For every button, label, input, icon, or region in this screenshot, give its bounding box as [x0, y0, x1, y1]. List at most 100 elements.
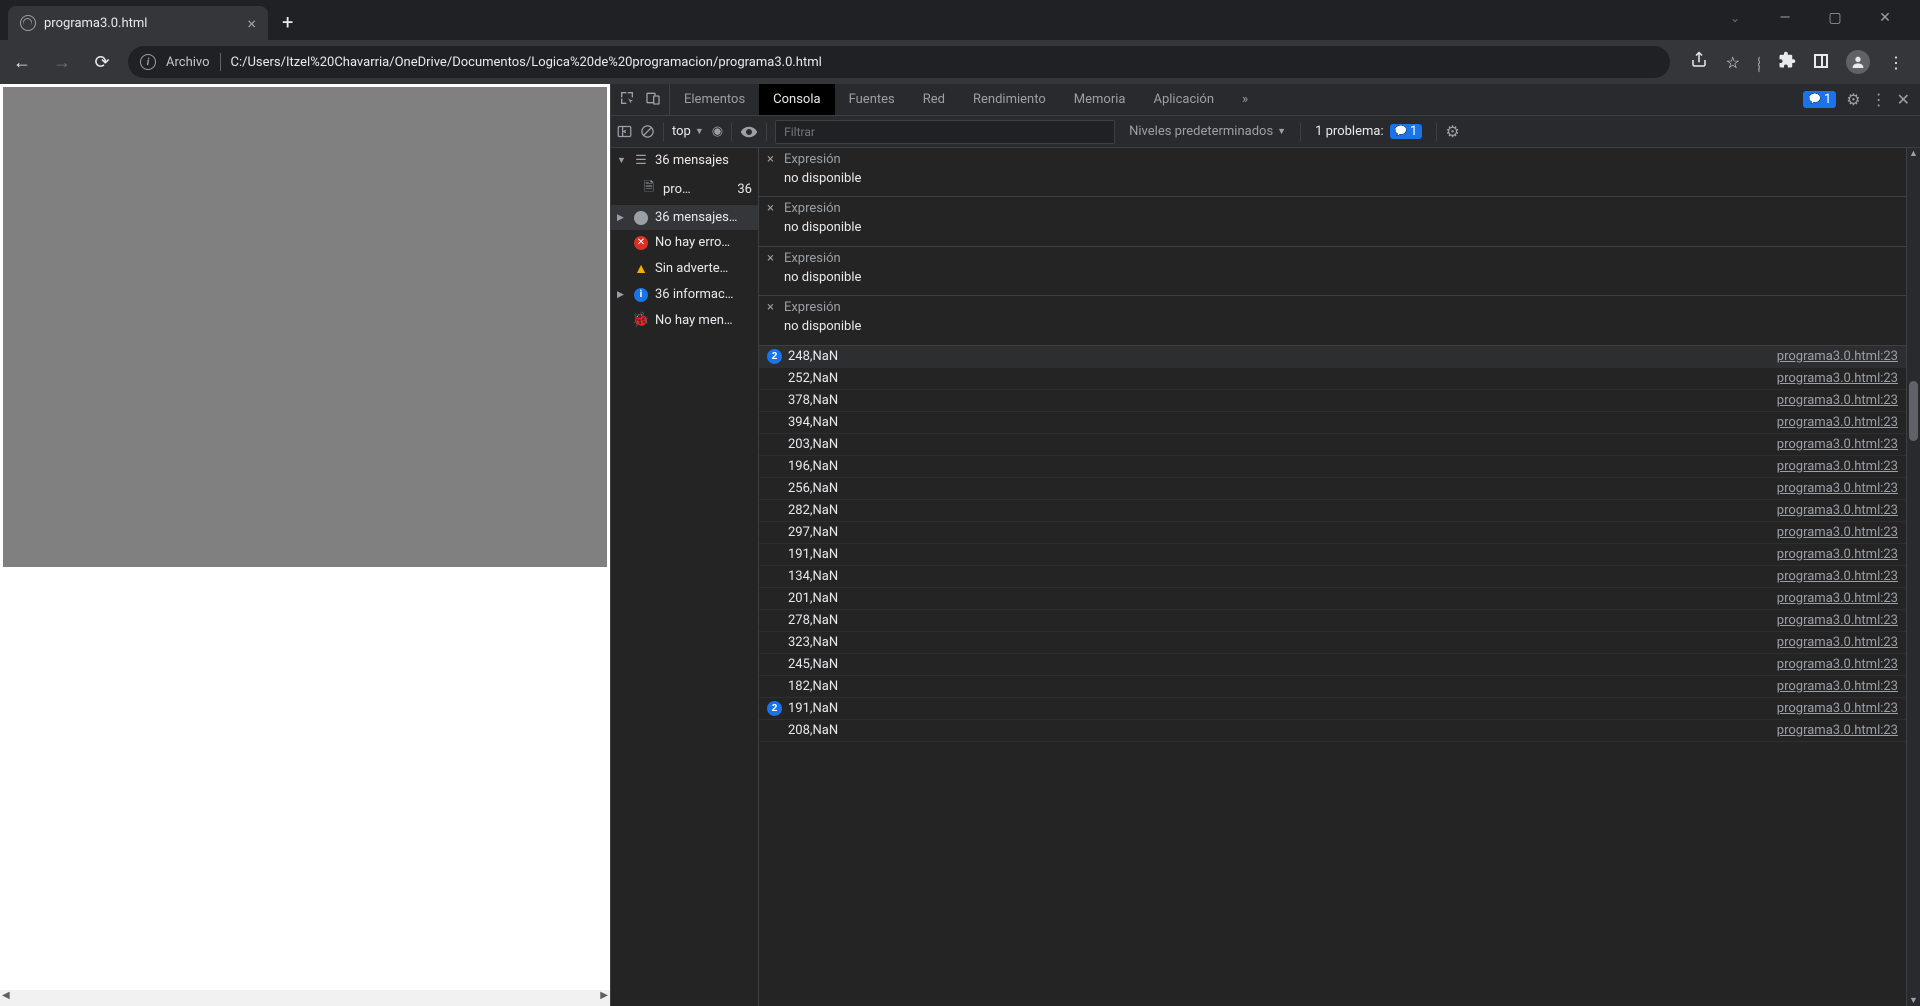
sidebar-item[interactable]: 🗎pro…36: [611, 173, 758, 205]
log-source-link[interactable]: programa3.0.html:23: [1777, 569, 1898, 584]
url-bar[interactable]: i Archivo C:/Users/Itzel%20Chavarria/One…: [128, 46, 1670, 78]
live-expression-icon[interactable]: [740, 123, 758, 141]
maximize-button[interactable]: ▢: [1820, 10, 1850, 26]
console-log-row[interactable]: 2191,NaNprograma3.0.html:23: [759, 698, 1906, 720]
devtools-tab-consola[interactable]: Consola: [759, 84, 834, 115]
scrollbar-thumb[interactable]: [1909, 381, 1918, 441]
devtools-close-icon[interactable]: ✕: [1897, 90, 1910, 109]
live-expression-row: ×Expresiónno disponible: [759, 296, 1906, 345]
log-source-link[interactable]: programa3.0.html:23: [1777, 371, 1898, 386]
log-source-link[interactable]: programa3.0.html:23: [1777, 437, 1898, 452]
log-source-link[interactable]: programa3.0.html:23: [1777, 349, 1898, 364]
devtools-menu-icon[interactable]: ⋮: [1871, 90, 1887, 109]
console-log-row[interactable]: 394,NaNprograma3.0.html:23: [759, 412, 1906, 434]
gear-icon[interactable]: ⚙: [1846, 90, 1860, 109]
circle-icon[interactable]: [1758, 53, 1760, 72]
log-source-link[interactable]: programa3.0.html:23: [1777, 635, 1898, 650]
sidebar-item[interactable]: ✕No hay erro…: [611, 230, 758, 255]
console-log-row[interactable]: 245,NaNprograma3.0.html:23: [759, 654, 1906, 676]
account-icon[interactable]: [1846, 50, 1870, 74]
console-log-row[interactable]: 196,NaNprograma3.0.html:23: [759, 456, 1906, 478]
share-icon[interactable]: [1690, 51, 1708, 73]
sidebar-item[interactable]: ▶36 mensajes…: [611, 205, 758, 230]
reload-button[interactable]: ⟳: [88, 52, 116, 73]
horizontal-scrollbar[interactable]: [0, 990, 610, 1006]
log-source-link[interactable]: programa3.0.html:23: [1777, 415, 1898, 430]
back-button[interactable]: ←: [8, 52, 36, 73]
log-source-link[interactable]: programa3.0.html:23: [1777, 613, 1898, 628]
log-source-link[interactable]: programa3.0.html:23: [1777, 481, 1898, 496]
devtools-tab-elementos[interactable]: Elementos: [670, 84, 759, 115]
err-icon: ✕: [633, 236, 649, 250]
console-log-row[interactable]: 208,NaNprograma3.0.html:23: [759, 720, 1906, 742]
console-log-row[interactable]: 252,NaNprograma3.0.html:23: [759, 368, 1906, 390]
console-log-row[interactable]: 323,NaNprograma3.0.html:23: [759, 632, 1906, 654]
clear-console-icon[interactable]: [640, 124, 655, 139]
close-icon[interactable]: ×: [767, 201, 774, 239]
console-log-row[interactable]: 182,NaNprograma3.0.html:23: [759, 676, 1906, 698]
issues-badge[interactable]: 1: [1803, 91, 1836, 108]
chevron-down-icon[interactable]: ⌄: [1720, 11, 1750, 25]
page-canvas[interactable]: [3, 87, 607, 567]
circle-button-icon[interactable]: ◉: [712, 124, 723, 139]
log-source-link[interactable]: programa3.0.html:23: [1777, 525, 1898, 540]
sidebar-item[interactable]: ▲Sin adverte…: [611, 255, 758, 282]
sidebar-toggle-icon[interactable]: [617, 124, 632, 139]
sidebar-item[interactable]: 🐞No hay men…: [611, 307, 758, 333]
console-log[interactable]: ×Expresiónno disponible×Expresiónno disp…: [759, 148, 1906, 1006]
forward-button[interactable]: →: [48, 52, 76, 73]
close-icon[interactable]: ×: [767, 251, 774, 289]
log-source-link[interactable]: programa3.0.html:23: [1777, 701, 1898, 716]
console-log-row[interactable]: 282,NaNprograma3.0.html:23: [759, 500, 1906, 522]
close-window-button[interactable]: ✕: [1870, 10, 1900, 26]
menu-icon[interactable]: ⋮: [1888, 53, 1904, 72]
console-log-row[interactable]: 201,NaNprograma3.0.html:23: [759, 588, 1906, 610]
log-source-link[interactable]: programa3.0.html:23: [1777, 657, 1898, 672]
console-log-row[interactable]: 203,NaNprograma3.0.html:23: [759, 434, 1906, 456]
console-log-row[interactable]: 2248,NaNprograma3.0.html:23: [759, 346, 1906, 368]
vertical-scrollbar[interactable]: [1906, 148, 1920, 1006]
console-log-row[interactable]: 378,NaNprograma3.0.html:23: [759, 390, 1906, 412]
browser-tab[interactable]: programa3.0.html ×: [8, 6, 268, 40]
console-subbar: top ◉ Niveles predeterminados 1 problema…: [611, 116, 1920, 148]
close-icon[interactable]: ×: [767, 300, 774, 338]
console-log-row[interactable]: 134,NaNprograma3.0.html:23: [759, 566, 1906, 588]
log-source-link[interactable]: programa3.0.html:23: [1777, 393, 1898, 408]
extensions-icon[interactable]: [1778, 51, 1796, 73]
info-icon[interactable]: i: [140, 54, 156, 70]
console-log-row[interactable]: 278,NaNprograma3.0.html:23: [759, 610, 1906, 632]
devtools-tab-aplicación[interactable]: Aplicación: [1139, 84, 1228, 115]
inspect-element-icon[interactable]: [619, 90, 635, 110]
close-icon[interactable]: ×: [767, 152, 774, 190]
context-selector[interactable]: top: [672, 124, 704, 139]
bookmark-star-icon[interactable]: ☆: [1726, 53, 1740, 72]
devtools-tab-rendimiento[interactable]: Rendimiento: [959, 84, 1060, 115]
device-toggle-icon[interactable]: [645, 90, 661, 110]
filter-input[interactable]: [775, 120, 1115, 144]
minimize-button[interactable]: —: [1770, 10, 1800, 26]
log-levels-selector[interactable]: Niveles predeterminados: [1123, 124, 1292, 139]
log-source-link[interactable]: programa3.0.html:23: [1777, 459, 1898, 474]
panel-icon[interactable]: [1814, 53, 1828, 72]
devtools-tab-fuentes[interactable]: Fuentes: [835, 84, 909, 115]
sidebar-item[interactable]: ▼☰36 mensajes: [611, 148, 758, 173]
devtools-tab-red[interactable]: Red: [909, 84, 959, 115]
console-log-row[interactable]: 191,NaNprograma3.0.html:23: [759, 544, 1906, 566]
sidebar-item[interactable]: ▶i36 informac…: [611, 282, 758, 307]
problems-label: 1 problema:: [1315, 124, 1384, 139]
log-source-link[interactable]: programa3.0.html:23: [1777, 723, 1898, 738]
log-source-link[interactable]: programa3.0.html:23: [1777, 547, 1898, 562]
log-source-link[interactable]: programa3.0.html:23: [1777, 591, 1898, 606]
console-settings-icon[interactable]: ⚙: [1445, 122, 1459, 141]
console-log-row[interactable]: 256,NaNprograma3.0.html:23: [759, 478, 1906, 500]
problems-indicator[interactable]: 1 problema: 1: [1309, 124, 1428, 139]
list-icon: ☰: [633, 153, 649, 168]
log-source-link[interactable]: programa3.0.html:23: [1777, 679, 1898, 694]
console-log-row[interactable]: 297,NaNprograma3.0.html:23: [759, 522, 1906, 544]
devtools-more-tabs[interactable]: »: [1228, 84, 1262, 115]
new-tab-button[interactable]: +: [282, 10, 293, 34]
log-source-link[interactable]: programa3.0.html:23: [1777, 503, 1898, 518]
devtools-tab-memoria[interactable]: Memoria: [1060, 84, 1140, 115]
close-icon[interactable]: ×: [247, 14, 256, 33]
log-message: 191,NaN: [788, 547, 1777, 562]
